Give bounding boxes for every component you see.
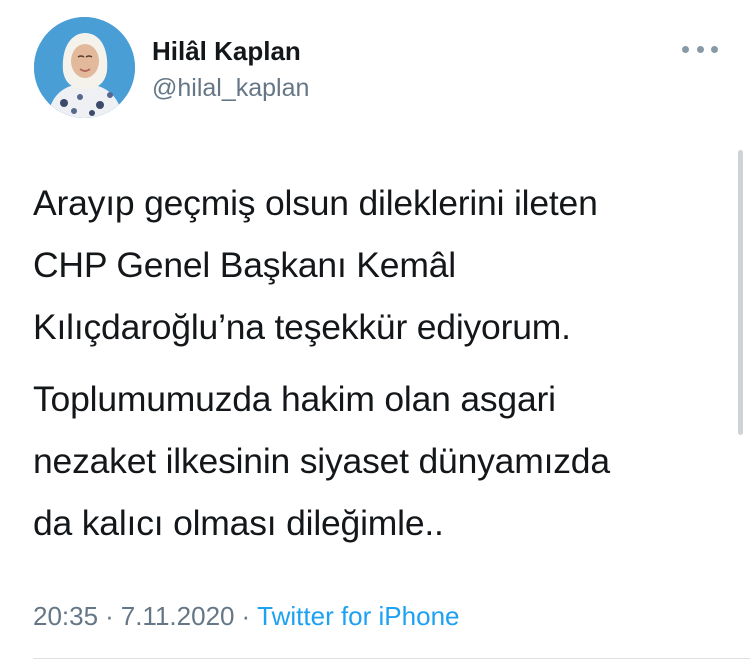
author-display-name[interactable]: Hilâl Kaplan [152, 36, 301, 66]
more-options-icon [682, 45, 689, 53]
more-options-icon [696, 45, 704, 53]
tweet-card: Hilâl Kaplan @hilal_kaplan Arayıp geçmiş… [0, 0, 750, 665]
author-handle[interactable]: @hilal_kaplan [152, 73, 309, 103]
avatar[interactable] [34, 17, 135, 118]
more-options-icon [711, 45, 718, 53]
tweet-metadata: 20:35 · 7.11.2020 · Twitter for iPhone [33, 600, 459, 632]
profile-photo-icon [34, 17, 135, 118]
scrollbar[interactable] [738, 150, 743, 435]
tweet-time[interactable]: 20:35 [33, 601, 98, 631]
divider [33, 658, 750, 659]
meta-separator: · [241, 601, 251, 631]
tweet-paragraph: Toplumumuzda hakim olan asgari nezaket i… [33, 379, 610, 543]
meta-separator: · [105, 601, 114, 631]
tweet-paragraph: Arayıp geçmiş olsun dileklerini ileten C… [33, 183, 598, 347]
tweet-date[interactable]: 7.11.2020 [121, 601, 235, 631]
tweet-text: Arayıp geçmiş olsun dileklerini ileten C… [33, 172, 723, 554]
tweet-source-link[interactable]: Twitter for iPhone [257, 601, 459, 631]
more-options-button[interactable] [680, 38, 720, 60]
